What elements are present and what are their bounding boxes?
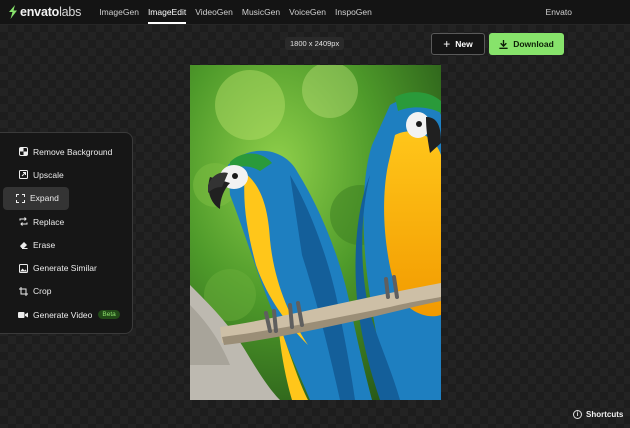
tool-label: Crop bbox=[33, 286, 52, 297]
tool-label: Expand bbox=[30, 193, 59, 204]
tool-label: Generate Similar bbox=[33, 263, 97, 274]
tool-replace[interactable]: Replace bbox=[3, 210, 132, 233]
tool-erase[interactable]: Erase bbox=[3, 233, 132, 256]
tool-label: Replace bbox=[33, 216, 65, 227]
eraser-icon bbox=[18, 240, 28, 250]
tool-crop[interactable]: Crop bbox=[3, 280, 132, 303]
account-menu[interactable]: Envato bbox=[546, 0, 572, 24]
download-button-label: Download bbox=[513, 39, 554, 49]
replace-icon bbox=[18, 217, 28, 227]
expand-icon bbox=[15, 193, 25, 203]
tool-label: Erase bbox=[33, 239, 56, 250]
tool-generate-similar[interactable]: Generate Similar bbox=[3, 256, 132, 279]
nav-inspogen[interactable]: InspoGen bbox=[331, 0, 376, 24]
tool-remove-background[interactable]: Remove Background bbox=[3, 140, 132, 163]
canvas-image[interactable] bbox=[190, 65, 441, 400]
nav-musicgen[interactable]: MusicGen bbox=[238, 0, 284, 24]
crop-icon bbox=[18, 286, 28, 296]
top-bar: envatolabs ImageGen ImageEdit VideoGen M… bbox=[0, 0, 630, 25]
envato-leaf-icon bbox=[9, 5, 17, 19]
image-dimensions-badge: 1800 x 2409px bbox=[285, 37, 345, 50]
tool-label: Upscale bbox=[33, 169, 64, 180]
download-icon bbox=[499, 39, 508, 49]
parrots-photo bbox=[190, 65, 441, 400]
nav-imageedit[interactable]: ImageEdit bbox=[144, 0, 190, 24]
nav-voicegen[interactable]: VoiceGen bbox=[285, 0, 330, 24]
shortcuts-label: Shortcuts bbox=[586, 410, 624, 419]
envato-labs-logo[interactable]: envatolabs bbox=[8, 5, 81, 19]
beta-badge: Beta bbox=[98, 310, 120, 320]
brand-suffix: labs bbox=[59, 5, 82, 19]
checkerboard-icon bbox=[18, 147, 28, 157]
new-button-label: New bbox=[455, 39, 473, 49]
image-icon bbox=[18, 263, 28, 273]
video-icon bbox=[18, 310, 28, 320]
tool-label: Generate Video bbox=[33, 309, 93, 320]
plus-icon: + bbox=[443, 37, 451, 51]
tool-upscale[interactable]: Upscale bbox=[3, 163, 132, 186]
info-icon: i bbox=[573, 410, 582, 419]
upscale-icon bbox=[18, 170, 28, 180]
shortcuts-button[interactable]: i Shortcuts bbox=[573, 410, 623, 419]
nav-videogen[interactable]: VideoGen bbox=[191, 0, 237, 24]
brand-name: envato bbox=[20, 5, 60, 19]
tools-panel: Remove Background Upscale Expand Replace… bbox=[0, 132, 133, 334]
nav-imagegen[interactable]: ImageGen bbox=[95, 0, 143, 24]
download-button[interactable]: Download bbox=[489, 33, 564, 55]
main-nav: ImageGen ImageEdit VideoGen MusicGen Voi… bbox=[95, 0, 377, 24]
new-button[interactable]: + New bbox=[431, 33, 485, 55]
tool-generate-video[interactable]: Generate Video Beta bbox=[3, 303, 132, 326]
tool-expand[interactable]: Expand bbox=[3, 186, 69, 210]
tool-label: Remove Background bbox=[33, 146, 113, 157]
